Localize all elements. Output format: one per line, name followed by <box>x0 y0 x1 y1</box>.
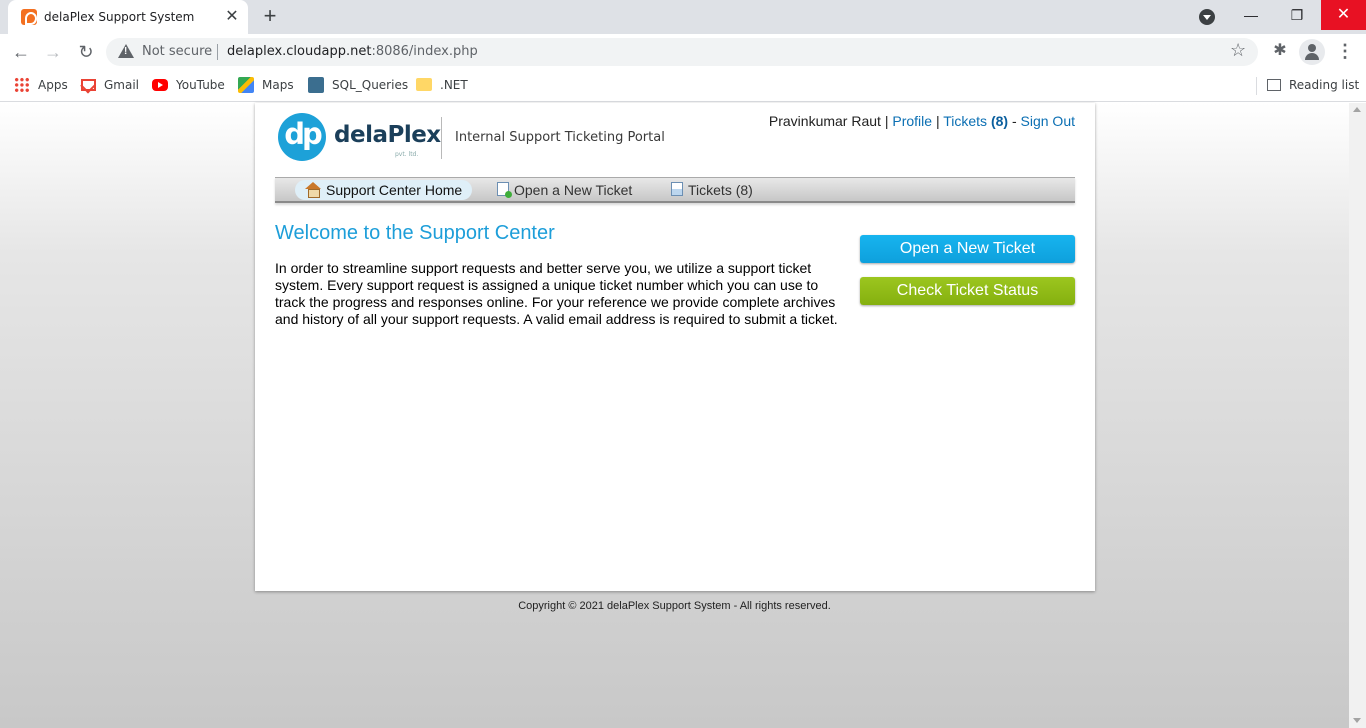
forward-arrow-icon[interactable]: → <box>41 40 65 64</box>
brand-name: delaPlex <box>334 122 441 148</box>
tab-close-icon[interactable]: ✕ <box>223 8 241 26</box>
back-arrow-icon[interactable]: ← <box>9 40 33 64</box>
folder-icon <box>416 78 432 91</box>
reading-list-icon <box>1267 78 1281 91</box>
url-text[interactable]: delaplex.cloudapp.net:8086/index.php <box>227 44 478 59</box>
sign-out-link[interactable]: Sign Out <box>1021 113 1075 129</box>
bookmark-star-icon[interactable]: ☆ <box>1230 40 1246 61</box>
bookmarks-bar: Apps Gmail YouTube Maps SQL_Queries .NET… <box>0 70 1366 102</box>
portal-title: Internal Support Ticketing Portal <box>455 130 665 145</box>
close-window-button[interactable]: ✕ <box>1321 0 1366 30</box>
main-nav: Support Center Home Open a New Ticket Ti… <box>275 177 1075 203</box>
reload-icon[interactable]: ↻ <box>74 40 98 64</box>
maps-icon <box>238 76 254 93</box>
scrollbar[interactable] <box>1349 103 1366 728</box>
nav-tickets[interactable]: Tickets (8) <box>661 180 763 200</box>
browser-tab[interactable]: delaPlex Support System ✕ <box>8 0 248 34</box>
user-name: Pravinkumar Raut <box>768 113 881 129</box>
header-divider <box>441 117 442 159</box>
gmail-icon <box>81 78 96 91</box>
bookmark-maps[interactable]: Maps <box>238 76 294 95</box>
tab-search-icon[interactable] <box>1199 9 1215 25</box>
page-title: Welcome to the Support Center <box>275 222 555 244</box>
profile-link[interactable]: Profile <box>892 113 932 129</box>
nav-open-new-ticket[interactable]: Open a New Ticket <box>487 180 642 200</box>
reading-list-button[interactable]: Reading list <box>1256 77 1359 95</box>
youtube-icon <box>152 78 168 91</box>
check-ticket-status-button[interactable]: Check Ticket Status <box>860 277 1075 305</box>
bookmark-dotnet-folder[interactable]: .NET <box>416 77 468 95</box>
tab-title: delaPlex Support System <box>44 10 195 24</box>
site-favicon-icon <box>21 9 37 25</box>
browser-toolbar: ← → ↻ Not secure delaplex.cloudapp.net:8… <box>0 34 1366 70</box>
delaplex-logo-icon[interactable]: dp <box>278 113 326 161</box>
tickets-icon <box>671 182 683 197</box>
bookmark-youtube[interactable]: YouTube <box>152 77 225 95</box>
security-label[interactable]: Not secure <box>142 44 212 59</box>
new-ticket-icon <box>497 182 512 199</box>
footer-copyright: Copyright © 2021 delaPlex Support System… <box>518 600 831 612</box>
open-new-ticket-button[interactable]: Open a New Ticket <box>860 235 1075 263</box>
restore-button[interactable]: ❐ <box>1275 0 1319 30</box>
page-viewport: dp delaPlex pvt. ltd. Internal Support T… <box>0 103 1366 728</box>
address-bar[interactable]: Not secure delaplex.cloudapp.net:8086/in… <box>106 38 1258 66</box>
bookmark-gmail[interactable]: Gmail <box>81 77 139 95</box>
minimize-button[interactable]: — <box>1229 0 1273 30</box>
warning-icon[interactable] <box>118 44 134 58</box>
profile-avatar-icon[interactable] <box>1299 39 1325 65</box>
scroll-up-icon[interactable] <box>1353 107 1361 112</box>
extensions-puzzle-icon[interactable]: ✱ <box>1271 42 1289 60</box>
intro-text: In order to streamline support requests … <box>275 260 838 327</box>
user-bar: Pravinkumar Raut | Profile | Tickets (8)… <box>768 113 1075 129</box>
nav-support-center-home[interactable]: Support Center Home <box>295 180 473 200</box>
brand-subtitle: pvt. ltd. <box>395 151 419 158</box>
home-icon <box>305 182 321 199</box>
apps-icon <box>14 76 30 93</box>
scroll-down-icon[interactable] <box>1353 718 1361 723</box>
page-container: dp delaPlex pvt. ltd. Internal Support T… <box>255 103 1095 591</box>
bookmark-sql-queries[interactable]: SQL_Queries <box>308 76 408 95</box>
sql-icon <box>308 76 324 93</box>
tab-strip: delaPlex Support System ✕ + — ❐ ✕ <box>0 0 1366 34</box>
chrome-menu-icon[interactable]: ⋮ <box>1336 40 1354 64</box>
tickets-count: (8) <box>990 113 1009 129</box>
new-tab-button[interactable]: + <box>258 5 282 29</box>
bookmark-apps[interactable]: Apps <box>14 76 68 95</box>
divider <box>217 44 218 60</box>
tickets-link[interactable]: Tickets (8) <box>943 113 1008 129</box>
